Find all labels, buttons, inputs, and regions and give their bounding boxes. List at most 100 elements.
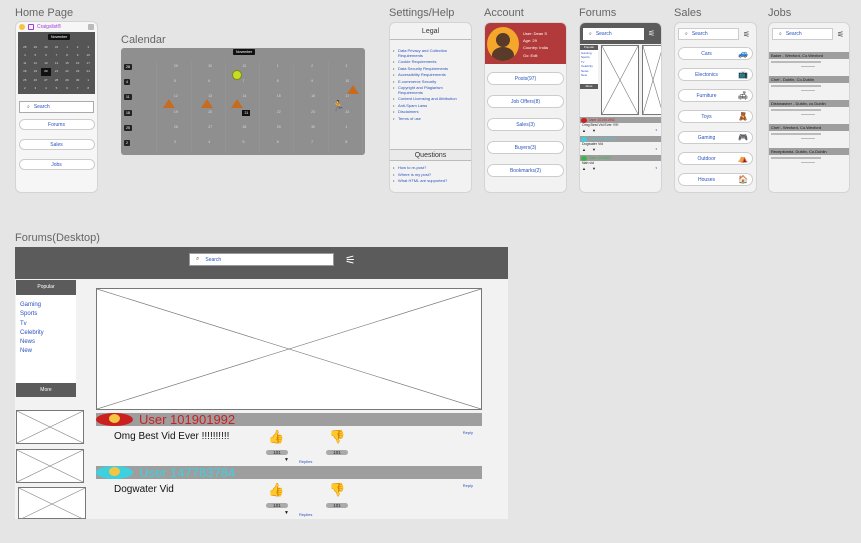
filter-icon[interactable]: ⚟ (648, 29, 655, 38)
legal-item[interactable]: • Copyright and Plagiarism Requirements (393, 85, 468, 95)
sales-category-houses[interactable]: Houses 🏠 (678, 173, 753, 186)
home-calendar-day[interactable]: 30 (73, 77, 83, 84)
calendar-day-cell[interactable]: 27 (192, 122, 226, 138)
calendar-day-cell[interactable]: 2 (294, 62, 329, 78)
home-calendar-day[interactable]: 4 (41, 85, 51, 92)
chevron-down-icon[interactable]: ▼ (284, 510, 289, 516)
home-calendar-day[interactable]: 12 (31, 60, 41, 67)
home-calendar-day[interactable]: 13 (41, 60, 51, 67)
home-calendar-day[interactable]: 6 (62, 85, 72, 92)
thumbs-up-icon[interactable]: ▲ (582, 128, 586, 133)
home-calendar-day[interactable]: 15 (62, 60, 72, 67)
calendar-day-cell[interactable]: 6 (192, 77, 226, 93)
home-calendar-day[interactable]: 31 (52, 44, 62, 51)
home-calendar-day[interactable]: 14 (52, 60, 62, 67)
forums-mobile-search[interactable]: ⌕ Search (583, 27, 644, 40)
forum-topic-link[interactable]: New (20, 347, 72, 356)
forums-desktop-more[interactable]: More (16, 383, 76, 397)
forums-mobile-more[interactable]: More (580, 84, 598, 89)
forums-desktop-search[interactable]: ⌕ Search (189, 253, 334, 266)
calendar-day-cell[interactable]: 18 (123, 107, 158, 123)
home-calendar-day[interactable]: 7 (52, 52, 62, 59)
legal-item[interactable]: • Data Security Requirements (393, 66, 468, 71)
home-calendar-day[interactable]: 8 (62, 52, 72, 59)
forum-topic-link[interactable]: Sports (20, 310, 72, 319)
thumbs-down-icon[interactable]: ▼ (592, 166, 596, 171)
forum-topic-link[interactable]: New (581, 73, 597, 77)
calendar-day-cell[interactable]: 19 (157, 107, 192, 123)
calendar-day-cell[interactable]: 4 (123, 77, 158, 93)
replies-link[interactable]: Replies (299, 512, 312, 517)
calendar-day-cell[interactable]: 1 (260, 62, 295, 78)
job-listing[interactable]: Receptionist- Dublin, Co.Dublin (769, 148, 849, 163)
chevron-down-icon[interactable]: ▼ (284, 457, 289, 463)
sales-category-toys[interactable]: Toys 🧸 (678, 110, 753, 123)
calendar-day-cell[interactable]: 8 (329, 137, 363, 153)
calendar-day-cell[interactable]: 16 (294, 92, 329, 108)
sales-category-furniture[interactable]: Furniture 🛋 (678, 89, 753, 102)
calendar-day-cell[interactable]: 31 (226, 62, 261, 78)
thumbs-up-icon[interactable]: ▲ (582, 166, 586, 171)
calendar-day-cell[interactable]: 5 (157, 77, 192, 93)
home-calendar-day[interactable]: 24 (83, 68, 93, 75)
calendar-day-cell[interactable]: 2 (123, 137, 158, 153)
home-calendar-day[interactable]: 5 (52, 85, 62, 92)
sales-button[interactable]: Sales(3) (487, 118, 564, 131)
job-offers-button[interactable]: Job Offers(8) (487, 95, 564, 108)
home-calendar-day[interactable]: 30 (41, 44, 51, 51)
job-listing[interactable]: Chef - Wexford, Co.Wexford (769, 124, 849, 139)
thumbs-down-icon[interactable]: 👎 (329, 429, 345, 445)
home-calendar-day[interactable]: 27 (41, 77, 51, 84)
bookmarks-button[interactable]: Bookmarks(2) (487, 164, 564, 177)
replies-link[interactable]: ▾ (655, 147, 657, 152)
forum-topic-link[interactable]: News (20, 338, 72, 347)
home-forums-button[interactable]: Forums (18, 119, 95, 130)
forum-post-user[interactable]: User 147783784 (139, 465, 235, 480)
calendar-day-cell[interactable]: 30 (192, 62, 226, 78)
job-listing[interactable]: Chef - Dublin, Co.Dublin (769, 76, 849, 91)
calendar-day-cell[interactable]: 29 (157, 62, 192, 78)
home-calendar-day[interactable]: 23 (73, 68, 83, 75)
job-listing[interactable]: Dishwasher - Dublin, co.Dublin (769, 100, 849, 115)
home-calendar-day[interactable]: 28 (20, 44, 30, 51)
home-calendar-day[interactable]: 3 (83, 44, 93, 51)
home-calendar-day[interactable]: 4 (20, 52, 30, 59)
calendar-day-cell[interactable]: 21 (226, 107, 261, 123)
posts-button[interactable]: Posts(97) (487, 72, 564, 85)
legal-item[interactable]: • Content Licensing and Attribution (393, 96, 468, 101)
home-calendar-day[interactable]: 28 (52, 77, 62, 84)
calendar-day-cell[interactable]: 7 (294, 137, 329, 153)
home-calendar-day[interactable]: 25 (20, 77, 30, 84)
home-calendar-day[interactable]: 6 (41, 52, 51, 59)
home-calendar-day[interactable]: 10 (83, 52, 93, 59)
home-calendar-day[interactable]: 7 (73, 85, 83, 92)
home-calendar-day[interactable]: 2 (20, 85, 30, 92)
home-sales-button[interactable]: Sales (18, 139, 95, 150)
calendar-day-cell[interactable]: 4 (192, 137, 226, 153)
question-item[interactable]: • Where is my post? (393, 172, 468, 177)
forum-post-user[interactable]: User 147783784 (589, 137, 615, 141)
replies-link[interactable]: ▾ (655, 128, 657, 133)
calendar-day-cell[interactable]: 15 (260, 92, 295, 108)
forum-topic-link[interactable]: Celebrity (20, 329, 72, 338)
calendar-day-cell[interactable]: 22 (260, 107, 295, 123)
filter-icon[interactable]: ⚟ (837, 30, 844, 39)
settings-icon[interactable] (88, 24, 94, 30)
job-listing[interactable]: Baker - Wexford, Co.Wexford (769, 52, 849, 67)
sales-category-cars[interactable]: Cars 🚙 (678, 47, 753, 60)
thumbs-up-icon[interactable]: 👍 (268, 482, 284, 498)
legal-item[interactable]: • Anti-Spam Laws (393, 103, 468, 108)
home-calendar-day[interactable]: 17 (83, 60, 93, 67)
calendar-day-cell[interactable]: 8 (260, 77, 295, 93)
home-calendar-day[interactable]: 9 (73, 52, 83, 59)
home-calendar-day[interactable]: 8 (83, 85, 93, 92)
filter-icon[interactable]: ⚟ (743, 30, 750, 39)
sales-category-electonics[interactable]: Electonics 📺 (678, 68, 753, 81)
calendar-day-cell[interactable]: 23 (294, 107, 329, 123)
forum-topic-link[interactable]: Gaming (20, 301, 72, 310)
calendar-day-cell[interactable]: 28 (226, 122, 261, 138)
calendar-day-cell[interactable]: 1 (329, 122, 363, 138)
calendar-day-cell[interactable]: 7 (226, 77, 261, 93)
home-calendar-day[interactable]: 1 (83, 77, 93, 84)
replies-link[interactable]: ▾ (655, 166, 657, 171)
